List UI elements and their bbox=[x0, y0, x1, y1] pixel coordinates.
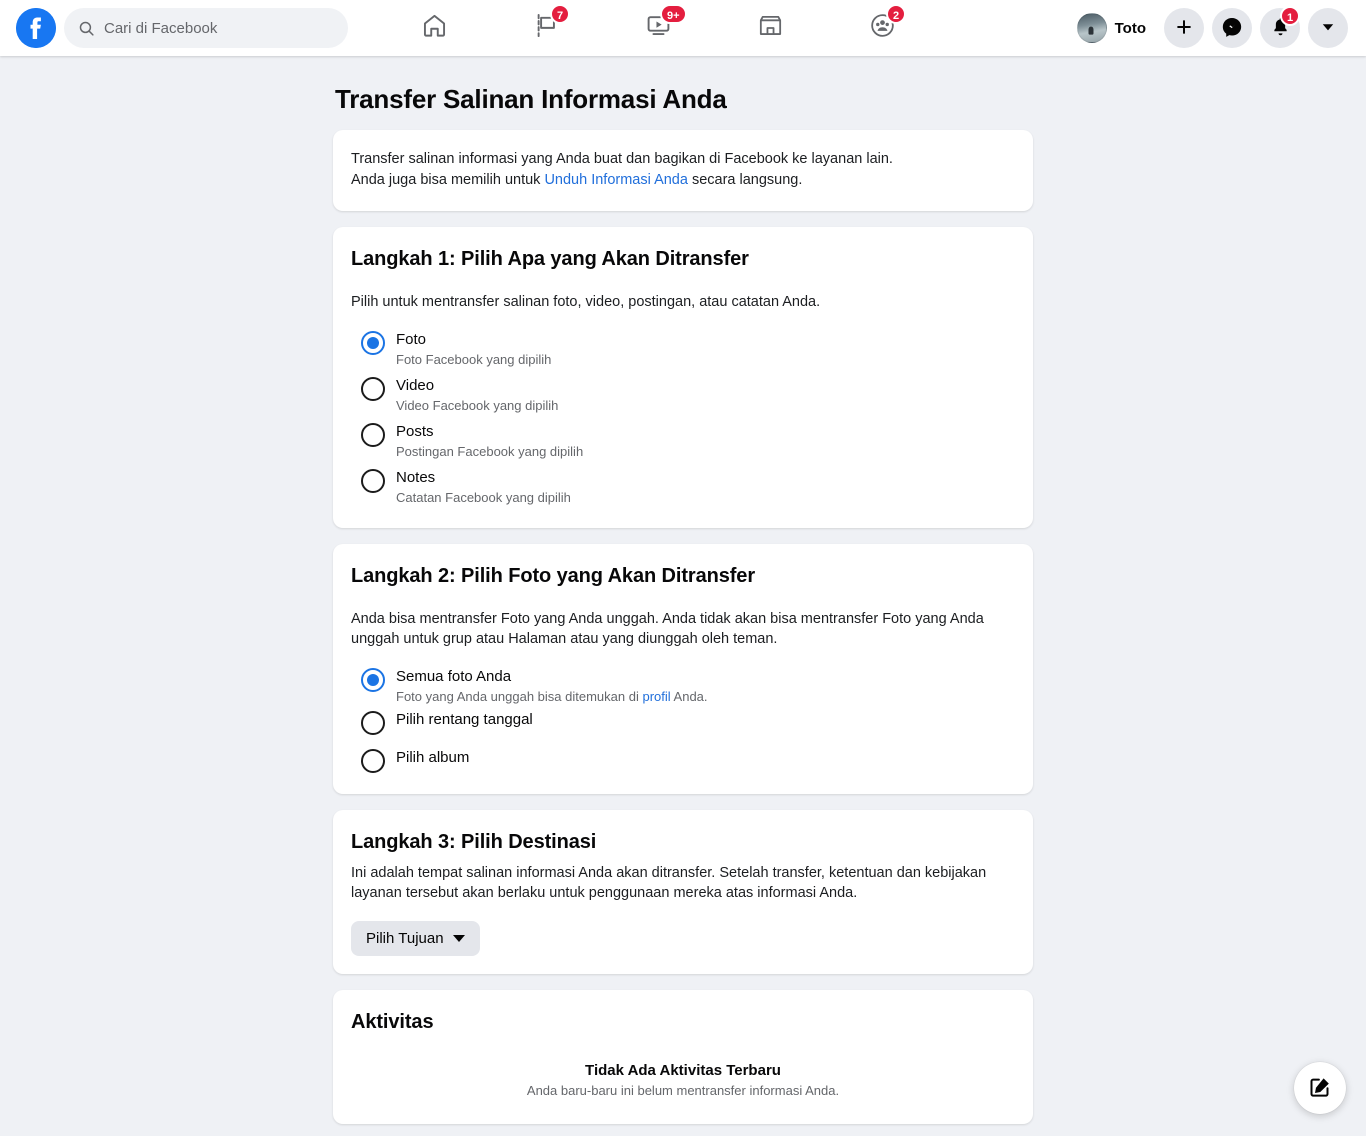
step1-card: Langkah 1: Pilih Apa yang Akan Ditransfe… bbox=[333, 227, 1033, 528]
avatar bbox=[1076, 13, 1107, 43]
watch-badge: 9+ bbox=[660, 4, 687, 24]
destination-select-button[interactable]: Pilih Tujuan bbox=[351, 921, 480, 956]
step2-sub-suffix: Anda. bbox=[670, 689, 708, 704]
step1-option-posts[interactable]: Posts Postingan Facebook yang dipilih bbox=[351, 418, 1015, 464]
navbar-right-section: Toto 1 bbox=[1073, 6, 1366, 48]
navbar-tabs: 7 9+ 2 bbox=[348, 4, 1073, 52]
download-info-link[interactable]: Unduh Informasi Anda bbox=[544, 172, 687, 188]
radio-indicator[interactable] bbox=[361, 749, 385, 773]
storefront-icon bbox=[757, 12, 784, 44]
step3-title: Langkah 3: Pilih Destinasi bbox=[351, 831, 597, 853]
search-icon bbox=[78, 20, 95, 37]
step2-option-album-label: Pilih album bbox=[396, 749, 470, 766]
step1-option-posts-label: Posts bbox=[396, 423, 434, 440]
navbar-left-section bbox=[0, 8, 348, 48]
facebook-logo-icon[interactable] bbox=[16, 8, 56, 48]
step1-option-notes[interactable]: Notes Catatan Facebook yang dipilih bbox=[351, 464, 1015, 510]
step2-card: Langkah 2: Pilih Foto yang Akan Ditransf… bbox=[333, 544, 1033, 794]
page-body: Transfer Salinan Informasi Anda Transfer… bbox=[0, 56, 1366, 1136]
step1-description: Pilih untuk mentransfer salinan foto, vi… bbox=[351, 294, 821, 310]
nav-tab-home[interactable] bbox=[378, 4, 490, 52]
activity-empty-state: Tidak Ada Aktivitas Terbaru Anda baru-ba… bbox=[351, 1062, 1015, 1098]
step2-option-date-range[interactable]: Pilih rentang tanggal bbox=[351, 709, 1015, 738]
step1-option-notes-sub: Catatan Facebook yang dipilih bbox=[396, 490, 571, 505]
nav-tab-marketplace[interactable] bbox=[714, 4, 826, 52]
step1-option-posts-sub: Postingan Facebook yang dipilih bbox=[396, 444, 584, 459]
step2-sub-prefix: Foto yang Anda unggah bisa ditemukan di bbox=[396, 689, 643, 704]
messenger-button[interactable] bbox=[1212, 8, 1252, 48]
step1-option-foto[interactable]: Foto Foto Facebook yang dipilih bbox=[351, 326, 1015, 372]
top-navigation-bar: 7 9+ bbox=[0, 0, 1366, 56]
activity-card: Aktivitas Tidak Ada Aktivitas Terbaru An… bbox=[333, 990, 1033, 1124]
step2-title: Langkah 2: Pilih Foto yang Akan Ditransf… bbox=[351, 565, 756, 587]
step1-option-video-sub: Video Facebook yang dipilih bbox=[396, 398, 559, 413]
step2-option-all-photos[interactable]: Semua foto Anda Foto yang Anda unggah bi… bbox=[351, 663, 1015, 709]
step3-description: Ini adalah tempat salinan informasi Anda… bbox=[351, 865, 987, 901]
intro-card: Transfer salinan informasi yang Anda bua… bbox=[333, 130, 1033, 211]
search-input[interactable] bbox=[104, 19, 334, 37]
step1-title: Langkah 1: Pilih Apa yang Akan Ditransfe… bbox=[351, 248, 749, 270]
notifications-button[interactable]: 1 bbox=[1260, 6, 1301, 48]
pages-badge: 7 bbox=[550, 4, 571, 24]
account-menu-button[interactable] bbox=[1308, 8, 1348, 48]
activity-title: Aktivitas bbox=[351, 1011, 434, 1033]
radio-indicator-selected[interactable] bbox=[361, 668, 385, 692]
page-title: Transfer Salinan Informasi Anda bbox=[335, 84, 727, 114]
create-button[interactable] bbox=[1164, 8, 1204, 48]
chevron-down-icon bbox=[452, 935, 465, 942]
profile-link[interactable]: profil bbox=[642, 689, 670, 704]
home-icon bbox=[421, 12, 448, 44]
step2-option-all-photos-label: Semua foto Anda bbox=[396, 668, 512, 685]
step1-option-foto-sub: Foto Facebook yang dipilih bbox=[396, 352, 552, 367]
intro-line-2-suffix: secara langsung. bbox=[687, 172, 803, 188]
intro-line-2: Anda juga bisa memilih untuk Unduh Infor… bbox=[351, 170, 1015, 191]
destination-select-label: Pilih Tujuan bbox=[366, 930, 444, 947]
intro-line-1: Transfer salinan informasi yang Anda bua… bbox=[351, 151, 893, 167]
step1-option-foto-label: Foto bbox=[396, 331, 427, 348]
compose-fab-button[interactable] bbox=[1294, 1062, 1346, 1114]
radio-indicator[interactable] bbox=[361, 711, 385, 735]
step2-option-album[interactable]: Pilih album bbox=[351, 738, 1015, 776]
step2-description: Anda bisa mentransfer Foto yang Anda ung… bbox=[351, 611, 984, 647]
step3-card: Langkah 3: Pilih Destinasi Ini adalah te… bbox=[333, 810, 1033, 974]
search-box[interactable] bbox=[64, 8, 348, 48]
activity-empty-title: Tidak Ada Aktivitas Terbaru bbox=[585, 1062, 781, 1079]
nav-tab-watch[interactable]: 9+ bbox=[602, 4, 714, 52]
messenger-icon bbox=[1221, 16, 1243, 41]
radio-indicator-selected[interactable] bbox=[361, 331, 385, 355]
radio-indicator[interactable] bbox=[361, 469, 385, 493]
intro-line-2-prefix: Anda juga bisa memilih untuk bbox=[351, 172, 545, 188]
step2-option-all-photos-sub: Foto yang Anda unggah bisa ditemukan di … bbox=[396, 688, 708, 706]
nav-tab-pages[interactable]: 7 bbox=[490, 4, 602, 52]
step1-option-video-label: Video bbox=[396, 377, 435, 394]
notifications-badge: 1 bbox=[1280, 6, 1301, 26]
nav-tab-groups[interactable]: 2 bbox=[826, 4, 938, 52]
profile-name: Toto bbox=[1114, 19, 1146, 37]
step1-option-video[interactable]: Video Video Facebook yang dipilih bbox=[351, 372, 1015, 418]
step1-radio-group: Foto Foto Facebook yang dipilih Video Vi… bbox=[351, 326, 1015, 510]
groups-badge: 2 bbox=[886, 4, 907, 24]
compose-edit-icon bbox=[1308, 1075, 1332, 1102]
chevron-down-icon bbox=[1320, 19, 1336, 38]
profile-chip[interactable]: Toto bbox=[1073, 9, 1156, 47]
content-column: Transfer Salinan Informasi Anda Transfer… bbox=[333, 56, 1033, 1136]
step2-option-date-range-label: Pilih rentang tanggal bbox=[396, 711, 533, 728]
radio-indicator[interactable] bbox=[361, 377, 385, 401]
plus-icon bbox=[1174, 17, 1194, 40]
step2-radio-group: Semua foto Anda Foto yang Anda unggah bi… bbox=[351, 663, 1015, 776]
step1-option-notes-label: Notes bbox=[396, 469, 436, 486]
activity-empty-subtitle: Anda baru-baru ini belum mentransfer inf… bbox=[526, 1083, 840, 1098]
radio-indicator[interactable] bbox=[361, 423, 385, 447]
